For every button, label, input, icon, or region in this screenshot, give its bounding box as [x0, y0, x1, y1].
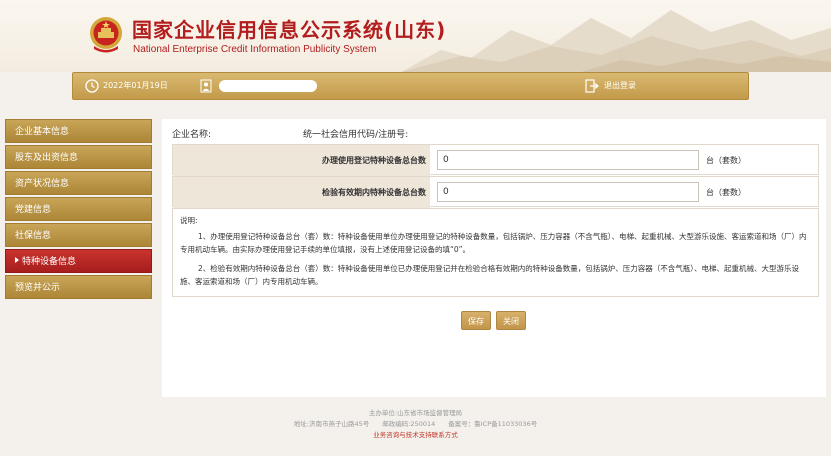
clock-icon: [85, 79, 99, 93]
form-row-registered-equipment: 办理使用登记特种设备总台数 台（套数）: [172, 144, 819, 176]
mountain-landscape-decoration: [401, 10, 831, 72]
save-button[interactable]: 保存: [461, 311, 491, 330]
footer-support-link[interactable]: 业务咨询与技术支持联系方式: [0, 430, 831, 441]
sidebar-nav: 企业基本信息 股东及出资信息 资产状况信息 党建信息 社保信息 特种设备信息 预…: [5, 119, 152, 301]
top-status-bar: 2022年01月19日 退出登录: [72, 72, 749, 100]
valid-inspection-equipment-unit: 台（套数）: [706, 188, 746, 197]
sidebar-item-basic-info[interactable]: 企业基本信息: [5, 119, 152, 143]
instructions-heading: 说明:: [180, 216, 198, 225]
sidebar-item-social-security[interactable]: 社保信息: [5, 223, 152, 247]
logout-icon[interactable]: [585, 79, 599, 93]
company-info-row: 企业名称: 统一社会信用代码/注册号:: [172, 127, 408, 140]
sidebar-item-preview-publish[interactable]: 预览并公示: [5, 275, 152, 299]
company-name-label: 企业名称:: [172, 130, 212, 140]
sidebar-item-label: 特种设备信息: [22, 257, 77, 267]
registered-equipment-unit: 台（套数）: [706, 156, 746, 165]
close-button[interactable]: 关闭: [496, 311, 526, 330]
main-panel: 企业名称: 统一社会信用代码/注册号: 办理使用登记特种设备总台数 台（套数） 检…: [162, 119, 826, 397]
username-display: [219, 80, 317, 92]
sidebar-item-label: 社保信息: [15, 231, 52, 241]
site-footer: 主办单位:山东省市场监督管理局 地址:济南市燕子山路45号 邮政编码:25001…: [0, 408, 831, 441]
sidebar-item-label: 党建信息: [15, 205, 52, 215]
national-emblem-icon: [90, 17, 122, 53]
site-title-chinese: 国家企业信用信息公示系统(山东): [132, 18, 447, 42]
caret-right-icon: [15, 257, 19, 263]
valid-inspection-equipment-input[interactable]: [437, 182, 699, 202]
site-header: 国家企业信用信息公示系统(山东) National Enterprise Cre…: [0, 0, 831, 72]
user-icon: [200, 79, 212, 93]
valid-inspection-equipment-label: 检验有效期内特种设备总台数: [173, 177, 430, 208]
footer-host-unit: 主办单位:山东省市场监督管理局: [368, 409, 463, 417]
logout-link[interactable]: 退出登录: [604, 80, 636, 91]
instruction-paragraph-1: 1、办理使用登记特种设备总台（套）数：特种设备使用单位办理使用登记的特种设备数量…: [180, 232, 807, 254]
footer-address: 地址:济南市燕子山路45号 邮政编码:250014 备案号：鲁ICP备11033…: [293, 420, 538, 428]
form-row-valid-inspection-equipment: 检验有效期内特种设备总台数 台（套数）: [172, 176, 819, 208]
sidebar-item-shareholder-info[interactable]: 股东及出资信息: [5, 145, 152, 169]
registered-equipment-input[interactable]: [437, 150, 699, 170]
instructions-box: 说明: 1、办理使用登记特种设备总台（套）数：特种设备使用单位办理使用登记的特种…: [172, 208, 819, 297]
sidebar-item-label: 企业基本信息: [15, 127, 70, 137]
registered-equipment-label: 办理使用登记特种设备总台数: [173, 145, 430, 176]
sidebar-item-label: 股东及出资信息: [15, 153, 79, 163]
current-date: 2022年01月19日: [103, 81, 168, 90]
site-title-english: National Enterprise Credit Information P…: [133, 44, 377, 55]
sidebar-item-party-info[interactable]: 党建信息: [5, 197, 152, 221]
instruction-paragraph-2: 2、检验有效期内特种设备总台（套）数：特种设备使用单位已办理使用登记并在检验合格…: [180, 264, 800, 286]
sidebar-item-special-equipment[interactable]: 特种设备信息: [5, 249, 152, 273]
sidebar-item-asset-info[interactable]: 资产状况信息: [5, 171, 152, 195]
credit-code-label: 统一社会信用代码/注册号:: [303, 130, 409, 140]
sidebar-item-label: 预览并公示: [15, 283, 61, 293]
sidebar-item-label: 资产状况信息: [15, 179, 70, 189]
